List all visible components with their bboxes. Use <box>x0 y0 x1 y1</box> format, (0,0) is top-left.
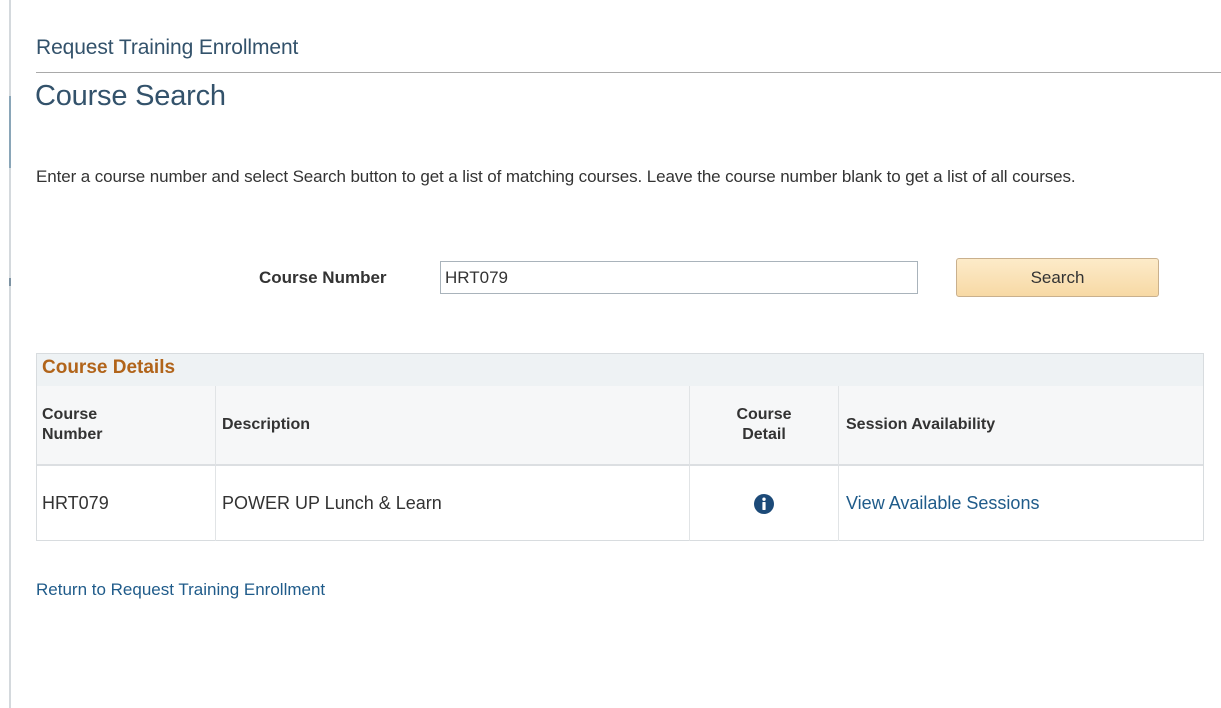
table-row-session-availability: View Available Sessions <box>839 466 1203 541</box>
column-header-label: Course Detail <box>736 406 792 443</box>
column-header-label: Course Number <box>42 406 103 443</box>
title-divider <box>36 72 1221 73</box>
table-row-course-detail <box>690 466 839 541</box>
column-header-description: Description <box>216 386 690 466</box>
grid-title: Course Details <box>42 357 176 378</box>
left-border-accent <box>9 96 11 168</box>
course-details-grid: Course Details Course Number Description… <box>36 353 1204 541</box>
table-row-course-number: HRT079 <box>37 466 216 541</box>
grid-header: Course Details <box>37 354 1203 387</box>
left-border-tick <box>9 278 11 286</box>
column-header-label: Description <box>222 416 311 433</box>
page: Request Training Enrollment Course Searc… <box>0 0 1221 708</box>
course-number-input[interactable] <box>440 261 918 294</box>
instructions-text: Enter a course number and select Search … <box>36 167 1076 186</box>
column-header-label: Session Availability <box>846 416 996 433</box>
info-icon[interactable] <box>753 493 775 515</box>
page-title: Course Search <box>35 80 226 112</box>
search-button[interactable]: Search <box>956 258 1159 297</box>
column-header-session-availability: Session Availability <box>839 386 1203 466</box>
breadcrumb: Request Training Enrollment <box>36 36 299 59</box>
course-number-label: Course Number <box>259 268 387 287</box>
view-available-sessions-link[interactable]: View Available Sessions <box>846 493 1039 514</box>
column-header-course-detail: Course Detail <box>690 386 839 466</box>
column-header-course-number: Course Number <box>37 386 216 466</box>
table-row-description: POWER UP Lunch & Learn <box>216 466 690 541</box>
return-to-request-training-enrollment-link[interactable]: Return to Request Training Enrollment <box>36 580 325 600</box>
